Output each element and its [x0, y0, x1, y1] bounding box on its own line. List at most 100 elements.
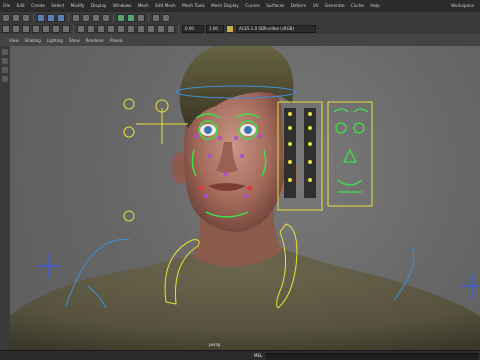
menu-edit-mesh[interactable]: Edit Mesh [152, 0, 179, 12]
anti-alias-icon[interactable] [137, 24, 145, 33]
gui-slider-r2[interactable] [308, 126, 312, 130]
3d-viewport[interactable]: persp [10, 46, 480, 350]
menu-mesh-display[interactable]: Mesh Display [208, 0, 242, 12]
gui-eye-right[interactable] [335, 122, 347, 134]
menu-surfaces[interactable]: Surfaces [263, 0, 288, 12]
snap-plane-icon[interactable] [102, 13, 110, 22]
menu-edit[interactable]: Edit [13, 0, 27, 12]
gui-slider-l1[interactable] [288, 112, 292, 116]
menu-deform[interactable]: Deform [288, 0, 310, 12]
save-scene-icon[interactable] [22, 13, 30, 22]
menu-file[interactable]: File [0, 0, 13, 12]
open-scene-icon[interactable] [12, 13, 20, 22]
bookmark-icon[interactable] [22, 24, 30, 33]
film-gate-icon[interactable] [52, 24, 60, 33]
maya-window: { "menus": { "items": ["File","Edit","Cr… [0, 0, 480, 360]
gui-slider-r4[interactable] [308, 160, 312, 164]
gui-slider-r1[interactable] [308, 112, 312, 116]
menu-select[interactable]: Select [48, 0, 67, 12]
gui-nose[interactable] [342, 148, 358, 163]
panel-toolbar-row: 0.00 1.00 ACES 1.0 SDR-video (sRGB) [0, 23, 316, 34]
gamma-icon[interactable] [226, 24, 234, 33]
toolbar-divider [33, 13, 34, 22]
move-tool-icon[interactable] [2, 76, 8, 82]
gui-panel-column-right [304, 108, 316, 198]
gui-slider-r3[interactable] [308, 142, 312, 146]
panel-menu-items: View Shading Lighting Show Renderer Pane… [6, 34, 126, 46]
isolate-select-icon[interactable] [147, 24, 155, 33]
gui-slider-l5[interactable] [288, 178, 292, 182]
menu-windows[interactable]: Windows [110, 0, 135, 12]
panel-menu-view[interactable]: View [6, 38, 22, 43]
menu-cache[interactable]: Cache [348, 0, 367, 12]
ik-control-left[interactable] [38, 254, 60, 278]
wireframe-icon[interactable] [77, 24, 85, 33]
gui-brow-left[interactable] [353, 108, 369, 113]
snap-curve-icon[interactable] [82, 13, 90, 22]
new-scene-icon[interactable] [2, 13, 10, 22]
menu-modify[interactable]: Modify [67, 0, 87, 12]
shadows-icon[interactable] [117, 24, 125, 33]
menu-mesh-tools[interactable]: Mesh Tools [179, 0, 208, 12]
ipr-render-icon[interactable] [127, 13, 135, 22]
image-plane-icon[interactable] [32, 24, 40, 33]
ik-control-right[interactable] [462, 274, 480, 298]
gui-slider-l4[interactable] [288, 160, 292, 164]
menu-mesh[interactable]: Mesh [135, 0, 152, 12]
menu-uv[interactable]: UV [309, 0, 321, 12]
select-tool-icon[interactable] [2, 49, 8, 55]
facial-gui-panel-eyes [277, 101, 323, 211]
xray-icon[interactable] [157, 24, 165, 33]
command-input[interactable] [266, 353, 478, 360]
gui-brow-right[interactable] [333, 108, 349, 113]
menu-display[interactable]: Display [88, 0, 110, 12]
ambient-occlusion-icon[interactable] [127, 24, 135, 33]
lasso-tool-icon[interactable] [2, 58, 8, 64]
camera-select-icon[interactable] [2, 24, 10, 33]
panel-menu-shading[interactable]: Shading [22, 38, 44, 43]
snap-grid-icon[interactable] [72, 13, 80, 22]
color-management-field[interactable]: ACES 1.0 SDR-video (sRGB) [236, 24, 316, 33]
toggle-panel-icon[interactable] [162, 13, 170, 22]
mel-label[interactable]: MEL [254, 353, 262, 358]
gui-face-frame [327, 101, 373, 207]
camera-attributes-icon[interactable] [12, 24, 20, 33]
time-field-start[interactable]: 0.00 [182, 24, 204, 33]
gui-mouth[interactable] [337, 179, 363, 186]
snap-point-icon[interactable] [92, 13, 100, 22]
menu-curves[interactable]: Curves [242, 0, 263, 12]
workspace-selector[interactable]: Workspace [451, 2, 474, 10]
select-component-icon[interactable] [57, 13, 65, 22]
toolbar-divider [178, 24, 179, 33]
gui-slider-l3[interactable] [288, 142, 292, 146]
textured-icon[interactable] [97, 24, 105, 33]
render-frame-icon[interactable] [117, 13, 125, 22]
time-field-step[interactable]: 1.00 [206, 24, 224, 33]
gui-slider-l2[interactable] [288, 126, 292, 130]
eye-target-control-mid[interactable] [123, 126, 135, 138]
panel-menu-renderer[interactable]: Renderer [83, 38, 107, 43]
render-settings-icon[interactable] [137, 13, 145, 22]
character-right-iris [204, 126, 212, 134]
eye-target-control-top[interactable] [123, 98, 135, 110]
smooth-shade-icon[interactable] [87, 24, 95, 33]
panel-menu-panels[interactable]: Panels [107, 38, 126, 43]
input-line-icon[interactable] [152, 13, 160, 22]
select-object-icon[interactable] [47, 13, 55, 22]
gui-slider-r5[interactable] [308, 178, 312, 182]
gui-eye-left[interactable] [353, 122, 365, 134]
panel-menu-lighting[interactable]: Lighting [44, 38, 66, 43]
grid-toggle-icon[interactable] [42, 24, 50, 33]
menu-generate[interactable]: Generate [322, 0, 348, 12]
eye-target-control-bottom[interactable] [123, 210, 135, 222]
look-at-cross[interactable] [136, 108, 188, 144]
camera-label: persp [209, 342, 221, 347]
xray-joints-icon[interactable] [167, 24, 175, 33]
resolution-gate-icon[interactable] [62, 24, 70, 33]
paint-select-icon[interactable] [2, 67, 8, 73]
menu-help[interactable]: Help [367, 0, 383, 12]
panel-menu-show[interactable]: Show [66, 38, 83, 43]
menu-create[interactable]: Create [28, 0, 48, 12]
select-hierarchy-icon[interactable] [37, 13, 45, 22]
lights-icon[interactable] [107, 24, 115, 33]
